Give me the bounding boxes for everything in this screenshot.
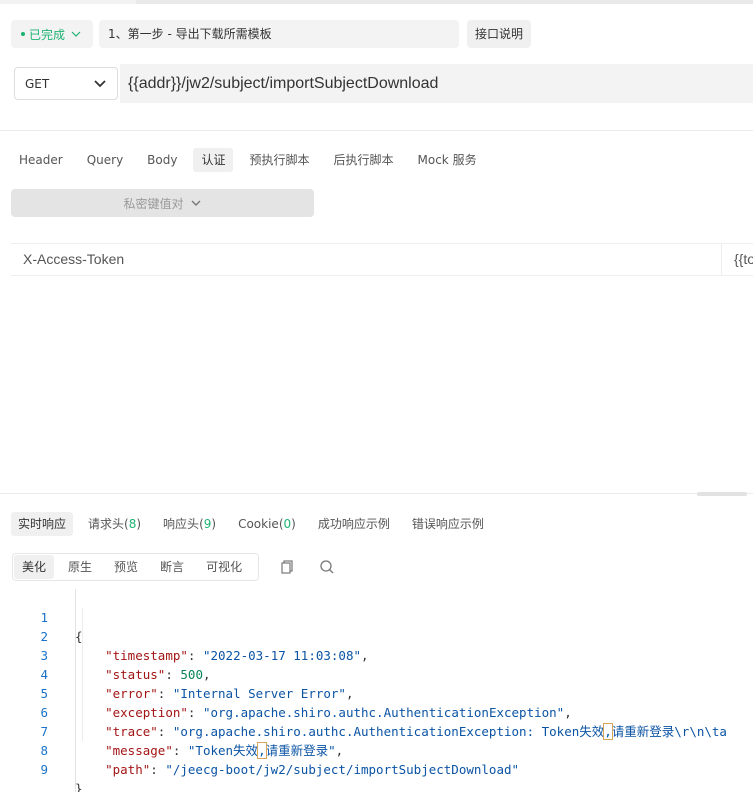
chevron-down-icon bbox=[71, 31, 81, 37]
code-line: 2 "timestamp": "2022-03-17 11:03:08", bbox=[0, 608, 368, 663]
auth-key-input[interactable]: X-Access-Token bbox=[11, 244, 722, 275]
view-raw[interactable]: 原生 bbox=[60, 555, 100, 579]
top-tab-strip bbox=[0, 0, 753, 4]
tab-request-headers[interactable]: 请求头(8) bbox=[81, 512, 148, 536]
response-body-editor[interactable]: 1 { 2 "timestamp": "2022-03-17 11:03:08"… bbox=[0, 589, 753, 792]
method-select[interactable]: GET bbox=[14, 67, 118, 100]
code-line: 9 } bbox=[0, 741, 82, 792]
api-name-input[interactable]: 1、第一步 - 导出下载所需模板 bbox=[99, 20, 459, 48]
code-line: 5 "exception": "org.apache.shiro.authc.A… bbox=[0, 665, 571, 720]
chevron-down-icon bbox=[94, 80, 106, 88]
code-line: 1 { bbox=[0, 589, 82, 644]
view-preview[interactable]: 预览 bbox=[106, 555, 146, 579]
search-icon[interactable] bbox=[319, 559, 335, 575]
url-input[interactable]: {{addr}}/jw2/subject/importSubjectDownlo… bbox=[120, 64, 753, 103]
tab-auth[interactable]: 认证 bbox=[193, 148, 234, 172]
tab-mock[interactable]: Mock 服务 bbox=[410, 148, 485, 172]
code-line: 7 "message": "Token失效,请重新登录", bbox=[0, 703, 343, 759]
request-tabs: Header Query Body 认证 预执行脚本 后执行脚本 Mock 服务 bbox=[11, 148, 493, 172]
active-tab-strip bbox=[136, 0, 753, 4]
tab-error-example[interactable]: 错误响应示例 bbox=[405, 512, 491, 536]
response-tabs: 实时响应 请求头(8) 响应头(9) Cookie(0) 成功响应示例 错误响应… bbox=[11, 512, 499, 536]
api-doc-button[interactable]: 接口说明 bbox=[467, 20, 531, 48]
view-pretty[interactable]: 美化 bbox=[14, 555, 55, 579]
method-value: GET bbox=[25, 76, 50, 91]
tab-body[interactable]: Body bbox=[139, 148, 185, 172]
code-line: 8 "path": "/jeecg-boot/jw2/subject/impor… bbox=[0, 722, 519, 777]
code-line: 6 "trace": "org.apache.shiro.authc.Authe… bbox=[0, 684, 727, 740]
code-line: 4 "error": "Internal Server Error", bbox=[0, 646, 353, 701]
copy-icon[interactable] bbox=[279, 559, 295, 575]
tab-pre-script[interactable]: 预执行脚本 bbox=[241, 148, 317, 172]
view-assert[interactable]: 断言 bbox=[152, 555, 192, 579]
view-mode-group: 美化 原生 预览 断言 可视化 bbox=[12, 553, 259, 581]
code-line: 3 "status": 500, bbox=[0, 627, 210, 682]
status-dropdown[interactable]: 已完成 bbox=[11, 20, 93, 48]
tab-live-response[interactable]: 实时响应 bbox=[11, 512, 74, 536]
auth-kv-table: X-Access-Token {{to bbox=[11, 243, 753, 276]
tab-success-example[interactable]: 成功响应示例 bbox=[311, 512, 397, 536]
tab-header[interactable]: Header bbox=[11, 148, 71, 172]
tab-response-headers[interactable]: 响应头(9) bbox=[156, 512, 223, 536]
status-dot-icon bbox=[21, 32, 25, 36]
line-number: 9 bbox=[40, 762, 48, 777]
divider bbox=[0, 130, 753, 131]
kv-toggle-button[interactable]: 私密键值对 bbox=[11, 189, 314, 217]
tab-query[interactable]: Query bbox=[79, 148, 131, 172]
tab-cookie[interactable]: Cookie(0) bbox=[231, 512, 303, 536]
panel-resize-handle[interactable] bbox=[697, 492, 747, 496]
divider bbox=[0, 493, 753, 494]
auth-value-input[interactable]: {{to bbox=[722, 244, 753, 275]
kv-toggle-label: 私密键值对 bbox=[123, 196, 184, 211]
status-label: 已完成 bbox=[29, 27, 66, 42]
view-visualize[interactable]: 可视化 bbox=[198, 555, 250, 579]
chevron-down-icon bbox=[191, 200, 200, 206]
tab-post-script[interactable]: 后执行脚本 bbox=[326, 148, 402, 172]
